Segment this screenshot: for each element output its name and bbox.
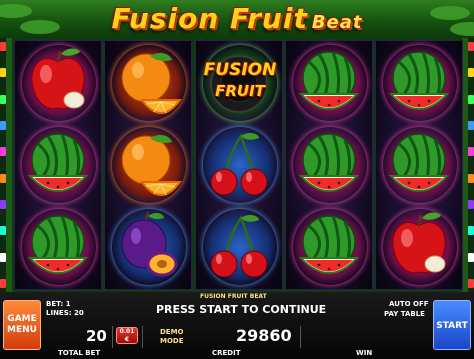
total-bet-label: TOTAL BET — [58, 349, 101, 357]
payline-marker — [468, 42, 474, 51]
apple-symbol — [377, 206, 461, 288]
watermelon-symbol — [16, 124, 100, 206]
reel-4 — [285, 40, 373, 290]
payline-marker — [468, 199, 474, 209]
game-title-beat: Beat — [311, 12, 363, 33]
orange-symbol — [106, 124, 190, 206]
start-label: START — [436, 321, 468, 331]
game-name-label: FUSION FRUIT BEAT — [200, 293, 267, 300]
payline-marker — [0, 252, 6, 262]
lines-label: LINES: 20 — [46, 309, 84, 317]
watermelon-symbol — [287, 124, 371, 206]
payline-marker — [0, 226, 6, 236]
credit-label: CREDIT — [212, 349, 241, 357]
payline-marker — [468, 226, 474, 236]
fusion-fruit-logo-line2: FRUIT — [215, 82, 265, 100]
reel-2 — [104, 40, 192, 290]
auto-toggle[interactable]: AUTO OFF — [389, 300, 429, 308]
fusion-fruit-logo-symbol: FUSION FRUIT — [197, 42, 281, 124]
watermelon-symbol — [377, 42, 461, 124]
game-title-main: Fusion Fruit — [111, 2, 308, 35]
mode-label: MODE — [160, 337, 184, 345]
game-menu-button[interactable]: GAME MENU — [3, 300, 41, 350]
payline-marker — [0, 68, 6, 78]
cherry-symbol — [197, 124, 281, 206]
reel-5 — [375, 40, 463, 290]
fusion-fruit-logo-line1: FUSION — [203, 60, 277, 80]
coin-value: 0.01 — [119, 328, 135, 335]
game-title: Fusion Fruit Beat — [0, 2, 474, 35]
payline-marker — [468, 278, 474, 288]
demo-label: DEMO — [160, 328, 184, 336]
start-button[interactable]: START — [433, 300, 471, 350]
coin-currency: € — [124, 336, 130, 343]
reel-1 — [14, 40, 102, 290]
payline-marker — [0, 278, 6, 288]
watermelon-symbol — [287, 206, 371, 288]
payline-marker — [0, 94, 6, 104]
payline-marker — [0, 42, 6, 51]
apple-symbol — [16, 42, 100, 124]
coin-value-button[interactable]: 0.01 € — [116, 327, 138, 344]
watermelon-symbol — [16, 206, 100, 288]
payline-marker — [468, 252, 474, 262]
payline-marker — [0, 173, 6, 183]
payline-marker — [468, 68, 474, 78]
game-menu-label-1: GAME — [7, 314, 37, 324]
divider — [300, 326, 301, 348]
payline-marker — [468, 120, 474, 130]
payline-marker — [0, 147, 6, 157]
total-bet-value: 20 — [86, 327, 107, 345]
win-label: WIN — [356, 349, 373, 357]
payline-marker — [468, 147, 474, 157]
pay-table-button[interactable]: PAY TABLE — [384, 310, 425, 318]
cherry-symbol — [197, 206, 281, 288]
watermelon-symbol — [287, 42, 371, 124]
plum-symbol — [106, 206, 190, 288]
divider — [112, 326, 113, 348]
watermelon-symbol — [377, 124, 461, 206]
reel-3: FUSION FRUIT — [195, 40, 283, 290]
game-menu-label-2: MENU — [7, 325, 37, 335]
payline-marker — [0, 199, 6, 209]
payline-marker — [0, 120, 6, 130]
status-message: PRESS START TO CONTINUE — [156, 303, 327, 316]
payline-markers-right — [468, 42, 474, 288]
divider — [142, 326, 143, 348]
payline-marker — [468, 94, 474, 104]
orange-symbol — [106, 42, 190, 124]
payline-markers-left — [0, 42, 6, 288]
title-banner: Fusion Fruit Beat — [0, 0, 474, 38]
credit-value: 29860 — [236, 326, 292, 345]
payline-marker — [468, 173, 474, 183]
bet-label: BET: 1 — [46, 300, 71, 308]
